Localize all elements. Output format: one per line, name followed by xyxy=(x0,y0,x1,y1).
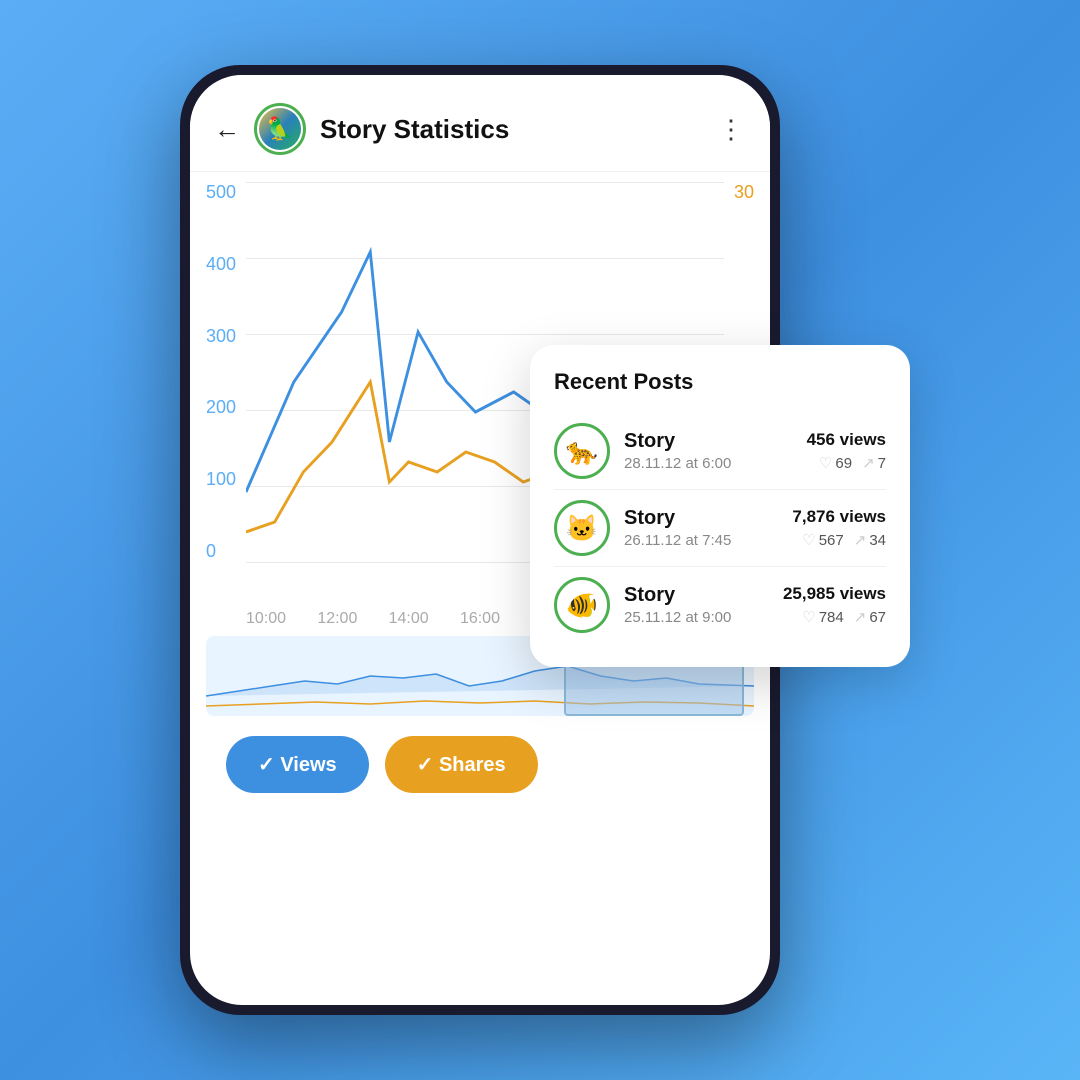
story-name-2: Story xyxy=(624,507,778,530)
story-stats-2: 7,876 views ♡ 567 ↗ 34 xyxy=(792,507,886,549)
story-date-3: 25.11.12 at 9:00 xyxy=(624,609,769,626)
story-avatar-image-1: 🐆 xyxy=(557,426,607,476)
y-label-500: 500 xyxy=(206,182,236,203)
y-label-300: 300 xyxy=(206,326,236,347)
story-likes-1: ♡ 69 xyxy=(819,454,852,472)
story-interactions-1: ♡ 69 ↗ 7 xyxy=(807,454,886,472)
phone-wrapper: ← 🦜 Story Statistics ⋮ xyxy=(180,65,900,1015)
x-label-1400: 14:00 xyxy=(389,610,429,628)
y-label-right-30: 30 xyxy=(734,182,754,203)
y-label-0: 0 xyxy=(206,541,236,562)
story-name-3: Story xyxy=(624,584,769,607)
story-views-1: 456 views xyxy=(807,430,886,450)
story-stats-1: 456 views ♡ 69 ↗ 7 xyxy=(807,430,886,472)
heart-icon-2: ♡ xyxy=(802,531,815,549)
story-views-3: 25,985 views xyxy=(783,584,886,604)
story-item-2[interactable]: 🐱 Story 26.11.12 at 7:45 7,876 views ♡ 5… xyxy=(554,490,886,567)
story-avatar-image-3: 🐠 xyxy=(557,580,607,630)
story-shares-1: ↗ 7 xyxy=(862,454,886,472)
shares-button[interactable]: ✓ Shares xyxy=(385,736,538,793)
story-info-2: Story 26.11.12 at 7:45 xyxy=(624,507,778,549)
share-icon-1: ↗ xyxy=(862,454,875,472)
app-header: ← 🦜 Story Statistics ⋮ xyxy=(190,75,770,172)
share-icon-2: ↗ xyxy=(854,531,867,549)
story-avatar-image-2: 🐱 xyxy=(557,503,607,553)
story-info-3: Story 25.11.12 at 9:00 xyxy=(624,584,769,626)
story-date-1: 28.11.12 at 6:00 xyxy=(624,455,793,472)
story-views-2: 7,876 views xyxy=(792,507,886,527)
story-item-1[interactable]: 🐆 Story 28.11.12 at 6:00 456 views ♡ 69 … xyxy=(554,413,886,490)
story-avatar-2: 🐱 xyxy=(554,500,610,556)
story-avatar-1: 🐆 xyxy=(554,423,610,479)
back-button[interactable]: ← xyxy=(214,114,240,145)
story-likes-2: ♡ 567 xyxy=(802,531,843,549)
story-name-1: Story xyxy=(624,430,793,453)
y-label-100: 100 xyxy=(206,469,236,490)
story-item-3[interactable]: 🐠 Story 25.11.12 at 9:00 25,985 views ♡ … xyxy=(554,567,886,643)
avatar-image: 🦜 xyxy=(259,108,301,150)
heart-icon-1: ♡ xyxy=(819,454,832,472)
story-stats-3: 25,985 views ♡ 784 ↗ 67 xyxy=(783,584,886,626)
y-label-200: 200 xyxy=(206,397,236,418)
y-axis-left: 500 400 300 200 100 0 xyxy=(206,182,236,562)
story-interactions-3: ♡ 784 ↗ 67 xyxy=(783,608,886,626)
avatar: 🦜 xyxy=(254,103,306,155)
recent-posts-title: Recent Posts xyxy=(554,369,886,395)
views-button[interactable]: ✓ Views xyxy=(226,736,369,793)
heart-icon-3: ♡ xyxy=(802,608,815,626)
y-label-400: 400 xyxy=(206,254,236,275)
page-title: Story Statistics xyxy=(320,114,704,145)
x-label-1600: 16:00 xyxy=(460,610,500,628)
share-icon-3: ↗ xyxy=(854,608,867,626)
story-likes-3: ♡ 784 xyxy=(802,608,843,626)
filter-buttons: ✓ Views ✓ Shares xyxy=(206,728,754,817)
recent-posts-card: Recent Posts 🐆 Story 28.11.12 at 6:00 45… xyxy=(530,345,910,667)
x-label-1000: 10:00 xyxy=(246,610,286,628)
story-interactions-2: ♡ 567 ↗ 34 xyxy=(792,531,886,549)
story-avatar-3: 🐠 xyxy=(554,577,610,633)
story-date-2: 26.11.12 at 7:45 xyxy=(624,532,778,549)
story-info-1: Story 28.11.12 at 6:00 xyxy=(624,430,793,472)
more-menu-button[interactable]: ⋮ xyxy=(718,114,746,145)
story-shares-2: ↗ 34 xyxy=(854,531,886,549)
story-shares-3: ↗ 67 xyxy=(854,608,886,626)
x-label-1200: 12:00 xyxy=(317,610,357,628)
